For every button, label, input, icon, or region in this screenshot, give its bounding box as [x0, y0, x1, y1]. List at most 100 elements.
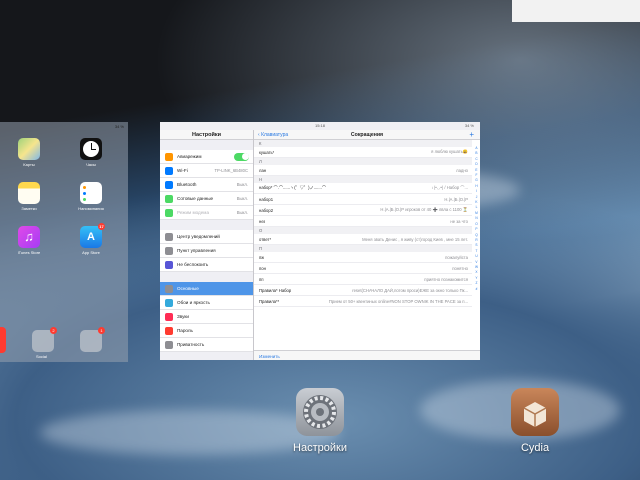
edit-button[interactable]: Изменить [254, 350, 480, 360]
shortcut-text: Меня звать Денис , я живу (ст)город Киев… [362, 236, 468, 242]
notification-badge: 17 [98, 223, 105, 230]
shortcut-row[interactable]: Правила* Набор reset(СНАЧАЛО ДАЙ,потом пр… [254, 285, 472, 296]
shortcut-text: Н.|А.|Б.|О.|Р игроков от 40 ➕ лвла с 110… [380, 207, 468, 212]
shortcut-row[interactable]: набор* ⌒.⌒......ヽ(゜▽゜)ノ.......⌒ \ (•◡•) /… [254, 183, 472, 194]
sidebar-item-label: Звуки [177, 314, 189, 319]
shortcut-phrase: пж [259, 254, 265, 260]
sidebar-item[interactable]: Пункт управления [160, 244, 253, 258]
app-notes[interactable]: Заметки [14, 182, 44, 211]
section-header: К [254, 140, 472, 147]
sidebar-item-label: Пароль [177, 328, 193, 333]
setting-icon [165, 312, 173, 321]
sidebar-item-value: TP-LINK_6B480C [214, 168, 248, 173]
nav-bar: ‹ Клавиатура Сокращения + [254, 130, 480, 140]
sidebar-item-label: Авиарежим [177, 154, 202, 159]
shortcut-phrase: Правила** [259, 298, 280, 304]
folder-social[interactable]: 2 [32, 327, 57, 352]
sidebar-item-label: Wi-Fi [177, 168, 188, 173]
app-settings[interactable]: Настройки [290, 388, 350, 454]
sidebar-item-value: Выкл. [236, 196, 248, 201]
shortcut-text: приятно познакомится [424, 276, 468, 282]
folder-apps[interactable]: 1 [80, 327, 105, 352]
sidebar-item[interactable]: Приватность [160, 338, 253, 352]
sidebar-item-label: Пункт управления [177, 248, 216, 253]
sidebar-item-label: Центр уведомлений [177, 234, 220, 239]
shortcut-phrase: набор* ⌒.⌒......ヽ(゜▽゜)ノ.......⌒ [259, 185, 327, 190]
section-index[interactable]: A B C D E F G H I J K L M N O P Q R S T U V W X Y Z # [474, 146, 479, 292]
app-appstore[interactable]: A 17 App Store [76, 223, 106, 255]
shortcut-row[interactable]: нез не за что [254, 216, 472, 227]
app-label: Часы [86, 162, 96, 167]
app-label: App Store [82, 250, 100, 255]
shortcut-row[interactable]: ответ* Меня звать Денис , я живу (ст)горо… [254, 234, 472, 245]
setting-icon [165, 232, 173, 241]
app-cydia[interactable]: Cydia [505, 388, 565, 454]
sidebar-item[interactable]: Сотовые данные Выкл. [160, 192, 253, 206]
settings-app-card[interactable]: 15:18 34 % Настройки Авиарежим Wi-Fi TP-LI… [160, 122, 480, 360]
shortcut-phrase: набор1 [259, 196, 274, 202]
app-maps[interactable]: Карты [14, 138, 44, 167]
app-card-partial[interactable] [512, 0, 640, 22]
sidebar-item[interactable]: Bluetooth Выкл. [160, 178, 253, 192]
sidebar-item[interactable]: Центр уведомлений [160, 230, 253, 244]
setting-icon [165, 326, 173, 335]
sidebar-item-label: Сотовые данные [177, 196, 214, 201]
setting-icon [165, 194, 173, 203]
settings-group: Авиарежим Wi-Fi TP-LINK_6B480C Bluetooth Вык… [160, 150, 253, 220]
shortcut-text: reset(СНАЧАЛО ДАЙ,потом проси)ЕЖЕ за окн… [352, 287, 468, 293]
index-letter[interactable]: # [474, 287, 479, 292]
shortcut-phrase: нез [259, 218, 266, 224]
app-label: Карты [23, 162, 35, 167]
shortcut-text: не за что [450, 218, 468, 224]
shortcut-row[interactable]: кушать* я люблю кушать😀 [254, 147, 472, 158]
shortcut-row[interactable]: пон понятно [254, 263, 472, 274]
shortcut-row[interactable]: пп приятно познакомится [254, 274, 472, 285]
notes-icon [18, 182, 40, 204]
sidebar-item-label: Режим модема [177, 210, 209, 215]
sidebar-item[interactable]: Авиарежим [160, 150, 253, 164]
shortcut-text: я люблю кушать😀 [431, 149, 468, 154]
shortcut-phrase: набор2 [259, 207, 274, 213]
section-header: О [254, 227, 472, 234]
shortcut-phrase: ответ* [259, 236, 272, 242]
shortcut-row[interactable]: набор2 Н.|А.|Б.|О.|Р игроков от 40 ➕ лвла… [254, 205, 472, 216]
notification-badge: 2 [50, 327, 57, 334]
airplane-toggle[interactable] [234, 152, 249, 161]
app-itunes[interactable]: ♫ iTunes Store [14, 226, 44, 255]
shortcut-row[interactable]: пж пожалуйста [254, 252, 472, 263]
shortcut-phrase: пп [259, 276, 264, 282]
settings-group: Основные Обои и яркость Звуки Пароль Приватн… [160, 282, 253, 352]
section-header: Л [254, 158, 472, 165]
sidebar-item[interactable]: Основные [160, 282, 253, 296]
sidebar-item[interactable]: Не беспокоить [160, 258, 253, 272]
appstore-icon: A 17 [80, 223, 105, 248]
app-label: iTunes Store [17, 250, 41, 255]
sidebar-item-label: Основные [177, 286, 199, 291]
shortcut-row[interactable]: набор1 Н.|А.|Б.|О.|Р [254, 194, 472, 205]
sidebar-item-label: Обои и яркость [177, 300, 210, 305]
shortcut-text: пожалуйста [445, 254, 468, 260]
sidebar-item[interactable]: Wi-Fi TP-LINK_6B480C [160, 164, 253, 178]
sidebar-item[interactable]: Пароль [160, 324, 253, 338]
dock-app-partial[interactable] [0, 327, 6, 353]
shortcut-text: \ (•◡•) / Набор ⌒... [431, 185, 468, 190]
section-header: Н [254, 176, 472, 183]
section-header: П [254, 245, 472, 252]
shortcut-phrase: пон [259, 265, 266, 271]
sidebar-item-label: Bluetooth [177, 182, 197, 187]
shortcut-row[interactable]: лан ладно [254, 165, 472, 176]
sidebar-item[interactable]: Обои и яркость [160, 296, 253, 310]
sidebar-item[interactable]: Режим модема Выкл. [160, 206, 253, 220]
setting-icon [165, 180, 173, 189]
add-shortcut-button[interactable]: + [469, 130, 474, 139]
app-reminders[interactable]: Напоминания [76, 182, 106, 211]
home-screen-card[interactable]: 34 % Карты Часы Заметки Напоминания ♫ iT… [0, 122, 128, 362]
app-clock[interactable]: Часы [76, 138, 106, 167]
shortcut-row[interactable]: Правила** Прием от 50+ квентиных online#N… [254, 296, 472, 307]
sidebar-item[interactable]: Звуки [160, 310, 253, 324]
sidebar-item-label: Не беспокоить [177, 262, 209, 267]
shortcut-phrase: лан [259, 167, 267, 173]
setting-icon [165, 166, 173, 175]
setting-icon [165, 284, 173, 293]
page-title: Сокращения [350, 132, 384, 138]
